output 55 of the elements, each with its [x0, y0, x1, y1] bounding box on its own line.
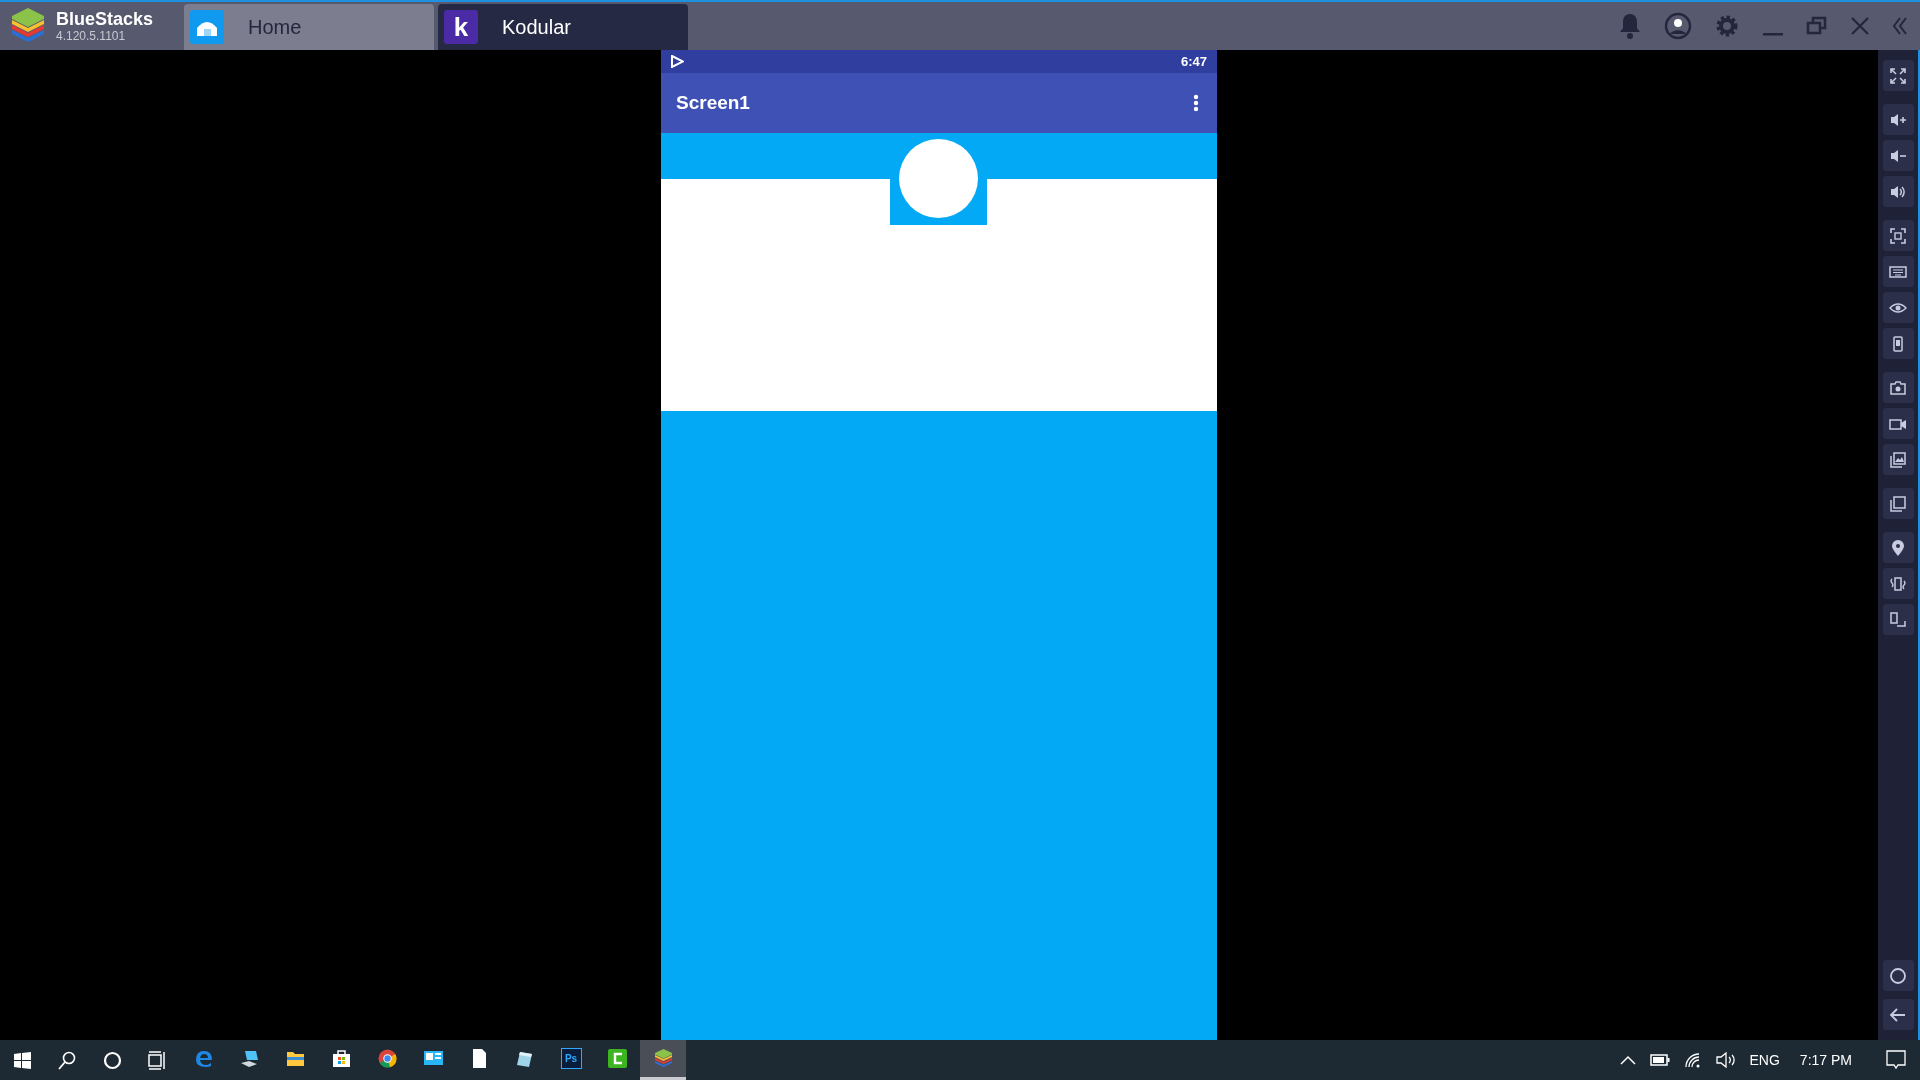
location-icon [1889, 538, 1907, 557]
shake-icon [1889, 574, 1907, 593]
taskbar-clock[interactable]: 7:17 PM [1799, 1049, 1852, 1071]
rotate-icon [1889, 610, 1907, 629]
camera-icon [1889, 378, 1907, 397]
notification-center-icon[interactable] [1886, 1050, 1906, 1070]
fullscreen-button[interactable] [1882, 60, 1914, 91]
copy-windows-icon [1889, 494, 1907, 513]
chevron-up-icon[interactable] [1619, 1055, 1636, 1065]
phone-button[interactable] [1882, 328, 1914, 359]
task-view-icon [147, 1049, 168, 1071]
battery-icon[interactable] [1649, 1054, 1670, 1066]
wifi-icon[interactable] [1683, 1052, 1702, 1068]
kodular-logo-icon: k [444, 10, 478, 44]
screen-expand-button[interactable] [1882, 220, 1914, 251]
gallery-icon [1889, 450, 1907, 469]
status-time: 6:47 [1180, 52, 1207, 71]
back-arrow-icon [1889, 1005, 1907, 1024]
home-circle-button[interactable] [1882, 960, 1914, 991]
house-icon [190, 10, 224, 44]
account-icon[interactable] [1664, 12, 1692, 40]
camera-button[interactable] [1882, 372, 1914, 403]
volume-icon[interactable] [1715, 1052, 1736, 1068]
volume-up-button[interactable] [1882, 104, 1914, 135]
video-camera-button[interactable] [1882, 408, 1914, 439]
fullscreen-icon [1889, 66, 1907, 85]
overflow-menu-icon[interactable] [1193, 94, 1199, 112]
search-icon [57, 1049, 78, 1071]
camtasia-logo-icon [606, 1048, 628, 1069]
app-name: BlueStacks [56, 10, 154, 28]
photoshop-logo-icon: Ps [560, 1048, 582, 1069]
keyboard-button[interactable] [1882, 256, 1914, 287]
location-button[interactable] [1882, 532, 1914, 563]
rotate-button[interactable] [1882, 604, 1914, 635]
copy-windows-button[interactable] [1882, 488, 1914, 519]
gallery-button[interactable] [1882, 444, 1914, 475]
shake-button[interactable] [1882, 568, 1914, 599]
tab[interactable]: Home [184, 4, 434, 50]
shopping-bag-icon [330, 1048, 352, 1069]
home-circle-icon [1889, 966, 1907, 985]
app-bar-title: Screen1 [676, 90, 750, 115]
volume-down-button[interactable] [1882, 140, 1914, 171]
back-arrow-button[interactable] [1882, 999, 1914, 1030]
eye-button[interactable] [1882, 292, 1914, 323]
chrome-logo-icon [376, 1048, 398, 1069]
screen-expand-icon [1889, 226, 1907, 245]
play-icon [671, 55, 684, 68]
language-indicator[interactable]: ENG [1749, 1049, 1780, 1071]
cortana-circle-icon [102, 1049, 123, 1071]
start-icon [12, 1049, 33, 1071]
speaker-button[interactable] [1882, 176, 1914, 207]
tab[interactable]: k Kodular [438, 4, 688, 50]
app-version: 4.120.5.1101 [56, 30, 127, 42]
bluestacks-logo-icon [652, 1048, 674, 1069]
taskbar-app-button[interactable]: Ps [548, 1040, 594, 1080]
